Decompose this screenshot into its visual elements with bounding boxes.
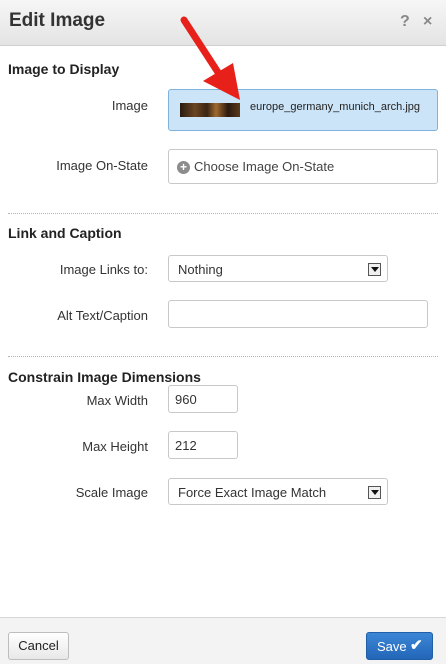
image-links-value: Nothing xyxy=(178,262,223,277)
dialog-title: Edit Image xyxy=(9,10,106,31)
max-width-input[interactable]: 960 xyxy=(168,385,238,413)
alt-text-label: Alt Text/Caption xyxy=(57,308,148,323)
section-title-image: Image to Display xyxy=(8,61,120,77)
help-icon[interactable]: ? xyxy=(400,13,410,31)
max-width-value: 960 xyxy=(175,392,197,407)
max-height-value: 212 xyxy=(175,438,197,453)
plus-circle-icon: + xyxy=(177,161,190,174)
image-onstate-field[interactable]: + Choose Image On-State xyxy=(168,149,438,184)
cancel-button[interactable]: Cancel xyxy=(8,632,69,660)
image-field[interactable]: europe_germany_munich_arch.jpg xyxy=(168,89,438,131)
image-filename: europe_germany_munich_arch.jpg xyxy=(250,101,420,113)
scale-image-select[interactable]: Force Exact Image Match xyxy=(168,478,388,505)
image-links-select[interactable]: Nothing xyxy=(168,255,388,282)
section-title-link: Link and Caption xyxy=(8,225,122,241)
choose-onstate-text: Choose Image On-State xyxy=(194,159,335,174)
image-label: Image xyxy=(111,98,148,113)
scale-image-value: Force Exact Image Match xyxy=(178,485,327,500)
section-divider xyxy=(8,213,438,214)
dialog-footer: Cancel Save ✔ xyxy=(0,617,446,664)
save-button-label: Save xyxy=(377,639,407,654)
section-title-dimensions: Constrain Image Dimensions xyxy=(8,369,201,385)
max-width-label: Max Width xyxy=(86,393,148,408)
image-links-label: Image Links to: xyxy=(59,262,148,277)
save-button[interactable]: Save ✔ xyxy=(366,632,433,660)
dialog-titlebar: Edit Image ? × xyxy=(0,0,446,46)
max-height-label: Max Height xyxy=(82,439,148,454)
scale-image-label: Scale Image xyxy=(75,485,148,500)
image-thumbnail xyxy=(180,103,240,117)
section-divider xyxy=(8,356,438,357)
dropdown-arrow-icon[interactable] xyxy=(368,263,381,276)
max-height-input[interactable]: 212 xyxy=(168,431,238,459)
dropdown-arrow-icon[interactable] xyxy=(368,486,381,499)
close-icon[interactable]: × xyxy=(423,13,432,31)
image-onstate-label: Image On-State xyxy=(56,158,148,173)
alt-text-input[interactable] xyxy=(168,300,428,328)
checkmark-icon: ✔ xyxy=(410,637,423,654)
